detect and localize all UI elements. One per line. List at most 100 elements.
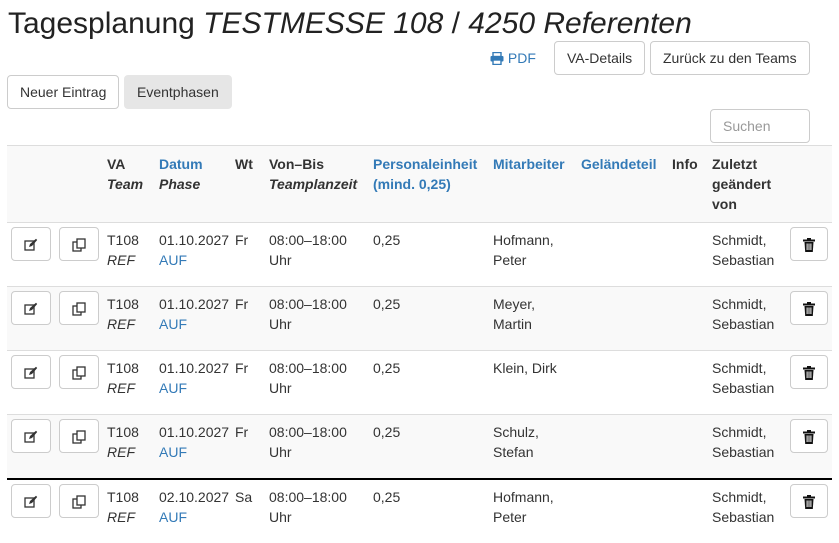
zeit-unit: Uhr — [269, 508, 292, 525]
col-delete — [782, 145, 832, 223]
cell-gelaendeteil — [577, 287, 668, 351]
edit-button[interactable] — [11, 291, 51, 325]
pdf-label: PDF — [507, 50, 536, 66]
back-to-teams-button[interactable]: Zurück zu den Teams — [650, 41, 810, 75]
cell-copy — [55, 287, 103, 351]
geaendert-line2: Sebastian — [712, 380, 775, 396]
cell-geaendert-von: Schmidt, Sebastian — [708, 287, 782, 351]
datum-value: 02.10.2027 — [159, 488, 230, 505]
delete-button[interactable] — [790, 291, 828, 325]
cell-copy — [55, 479, 103, 543]
edit-button[interactable] — [11, 483, 51, 518]
zeit-unit: Uhr — [269, 252, 292, 268]
cell-va-team: T108 REF — [103, 287, 155, 351]
edit-button[interactable] — [11, 355, 51, 389]
cell-delete — [782, 415, 832, 479]
phase-link[interactable]: AUF — [159, 316, 187, 332]
copy-button[interactable] — [59, 419, 99, 453]
cell-mitarbeiter: Hofmann, Peter — [489, 479, 577, 543]
phase-link[interactable]: AUF — [159, 509, 187, 525]
edit-button[interactable] — [11, 227, 51, 261]
header-teamplanzeit: Teamplanzeit — [269, 176, 358, 192]
trash-icon — [803, 428, 815, 445]
print-icon — [490, 50, 508, 66]
cell-wt: Fr — [235, 296, 249, 312]
geaendert-line1: Schmidt, — [712, 360, 767, 376]
col-von-bis[interactable]: Von–Bis Teamplanzeit — [265, 145, 369, 223]
trash-icon — [803, 364, 815, 381]
datum-value: 01.10.2027 — [159, 424, 230, 440]
cell-personaleinheit: 0,25 — [373, 488, 401, 505]
cell-edit — [7, 351, 55, 415]
planning-table: VA Team Datum Phase Wt Von–Bis Teamplanzeit… — [7, 145, 832, 543]
trash-icon — [803, 493, 815, 509]
copy-button[interactable] — [59, 355, 99, 389]
cell-personaleinheit: 0,25 — [373, 232, 401, 248]
trash-icon — [803, 236, 815, 253]
delete-button[interactable] — [790, 483, 828, 518]
phase-link[interactable]: AUF — [159, 444, 187, 460]
geaendert-line2: Sebastian — [712, 508, 775, 525]
table-header-row: VA Team Datum Phase Wt Von–Bis Teamplanzeit… — [7, 145, 832, 223]
event-phases-button[interactable]: Eventphasen — [124, 75, 232, 109]
copy-button[interactable] — [59, 227, 99, 261]
new-entry-button[interactable]: Neuer Eintrag — [7, 75, 120, 109]
table-row: T108 REF 01.10.2027 AUF Fr 08:00–18:00 Uhr 0,25… — [7, 222, 832, 287]
cell-va-team: T108 REF — [103, 223, 155, 287]
cell-gelaendeteil — [577, 415, 668, 479]
cell-copy — [55, 415, 103, 479]
zeit-value: 08:00–18:00 — [269, 360, 347, 376]
delete-button[interactable] — [790, 419, 828, 453]
zeit-value: 08:00–18:00 — [269, 232, 347, 248]
cell-von-bis: 08:00–18:00 Uhr — [265, 287, 369, 351]
col-edit — [7, 145, 55, 223]
col-datum-phase[interactable]: Datum Phase — [155, 145, 231, 223]
col-personaleinheit[interactable]: Personaleinheit (mind. 0,25) — [369, 145, 489, 223]
cell-edit — [7, 415, 55, 479]
cell-edit — [7, 287, 55, 351]
cell-wt: Fr — [235, 360, 249, 376]
edit-icon — [24, 236, 38, 252]
cell-von-bis: 08:00–18:00 Uhr — [265, 479, 369, 543]
header-team: Team — [107, 176, 144, 192]
col-gelaendeteil[interactable]: Geländeteil — [577, 145, 668, 223]
zeit-value: 08:00–18:00 — [269, 424, 347, 440]
title-event: TESTMESSE 108 — [203, 7, 444, 40]
team-value: REF — [107, 444, 135, 460]
header-von-bis: Von–Bis — [269, 156, 324, 172]
phase-link[interactable]: AUF — [159, 380, 187, 396]
cell-personaleinheit: 0,25 — [373, 424, 401, 440]
search-input[interactable] — [710, 109, 810, 143]
delete-button[interactable] — [790, 355, 828, 389]
va-details-button[interactable]: VA-Details — [554, 41, 646, 75]
team-value: REF — [107, 316, 135, 332]
col-va-team[interactable]: VA Team — [103, 145, 155, 223]
team-value: REF — [107, 508, 135, 525]
col-zuletzt-geaendert[interactable]: Zuletzt geändert von — [708, 145, 782, 223]
edit-button[interactable] — [11, 419, 51, 453]
cell-von-bis: 08:00–18:00 Uhr — [265, 415, 369, 479]
cell-wt: Sa — [235, 488, 253, 505]
col-wt[interactable]: Wt — [231, 145, 265, 223]
copy-button[interactable] — [59, 291, 99, 325]
table-row: T108 REF 01.10.2027 AUF Fr 08:00–18:00 Uhr 0,25… — [7, 350, 832, 415]
geaendert-line2: Sebastian — [712, 316, 775, 332]
cell-mitarbeiter: Schulz, Stefan — [489, 415, 577, 479]
cell-wt: Fr — [235, 424, 249, 440]
phase-link[interactable]: AUF — [159, 252, 187, 268]
cell-delete — [782, 287, 832, 351]
delete-button[interactable] — [790, 227, 828, 261]
copy-button[interactable] — [59, 483, 99, 518]
geaendert-line2: Sebastian — [712, 252, 775, 268]
mitarbeiter-line1: Schulz, — [493, 424, 539, 440]
pdf-link[interactable]: PDF — [490, 49, 536, 67]
title-group: 4250 Referenten — [468, 7, 692, 40]
va-value: T108 — [107, 360, 139, 376]
col-mitarbeiter[interactable]: Mitarbeiter — [489, 145, 577, 223]
mitarbeiter-line1: Hofmann, — [493, 232, 554, 248]
header-mind: (mind. 0,25) — [373, 176, 451, 192]
copy-icon — [72, 364, 86, 380]
mitarbeiter-line2: Peter — [493, 508, 527, 525]
cell-gelaendeteil — [577, 479, 668, 543]
col-info[interactable]: Info — [668, 145, 708, 223]
